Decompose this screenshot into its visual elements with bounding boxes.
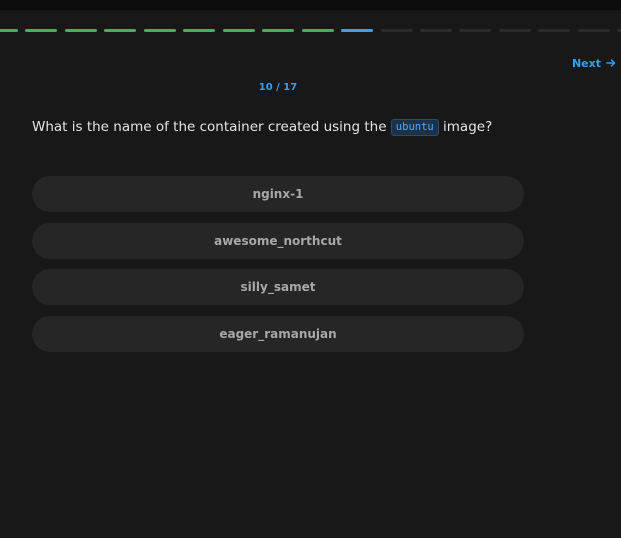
- progress-segment: [577, 29, 610, 32]
- progress-segment: [301, 29, 334, 32]
- progress-segment: [25, 29, 58, 32]
- answer-option-3[interactable]: silly_samet: [32, 269, 524, 305]
- arrow-right-icon: [606, 58, 616, 68]
- answer-option-2[interactable]: awesome_northcut: [32, 223, 524, 259]
- progress-segment: [222, 29, 255, 32]
- progress-segment: [0, 29, 18, 32]
- progress-segment: [341, 29, 374, 32]
- question-text-after: image?: [443, 119, 493, 135]
- quiz-page: Next 10 / 17 What is the name of the con…: [0, 0, 621, 538]
- answer-option-label: silly_samet: [240, 280, 316, 294]
- question-counter: 10 / 17: [258, 82, 298, 93]
- progress-segment: [143, 29, 176, 32]
- next-button[interactable]: Next: [572, 55, 616, 71]
- question-text-before: What is the name of the container create…: [32, 119, 387, 135]
- progress-segment: [183, 29, 216, 32]
- progress-segment: [538, 29, 571, 32]
- progress-segment: [498, 29, 531, 32]
- answer-option-1[interactable]: nginx-1: [32, 176, 524, 212]
- progress-segment: [459, 29, 492, 32]
- next-button-label: Next: [571, 56, 601, 70]
- progress-segment: [262, 29, 295, 32]
- answer-option-label: eager_ramanujan: [219, 327, 337, 341]
- answer-option-label: nginx-1: [252, 187, 304, 201]
- question-text: What is the name of the container create…: [32, 117, 592, 137]
- progress-segment: [380, 29, 413, 32]
- progress-bar: [0, 29, 621, 33]
- answer-option-label: awesome_northcut: [214, 234, 342, 248]
- top-bar: [0, 0, 621, 10]
- progress-segment: [419, 29, 452, 32]
- code-snippet: ubuntu: [390, 119, 439, 136]
- progress-segment: [64, 29, 97, 32]
- answer-option-4[interactable]: eager_ramanujan: [32, 316, 524, 352]
- progress-segment: [617, 29, 621, 32]
- progress-segment: [104, 29, 137, 32]
